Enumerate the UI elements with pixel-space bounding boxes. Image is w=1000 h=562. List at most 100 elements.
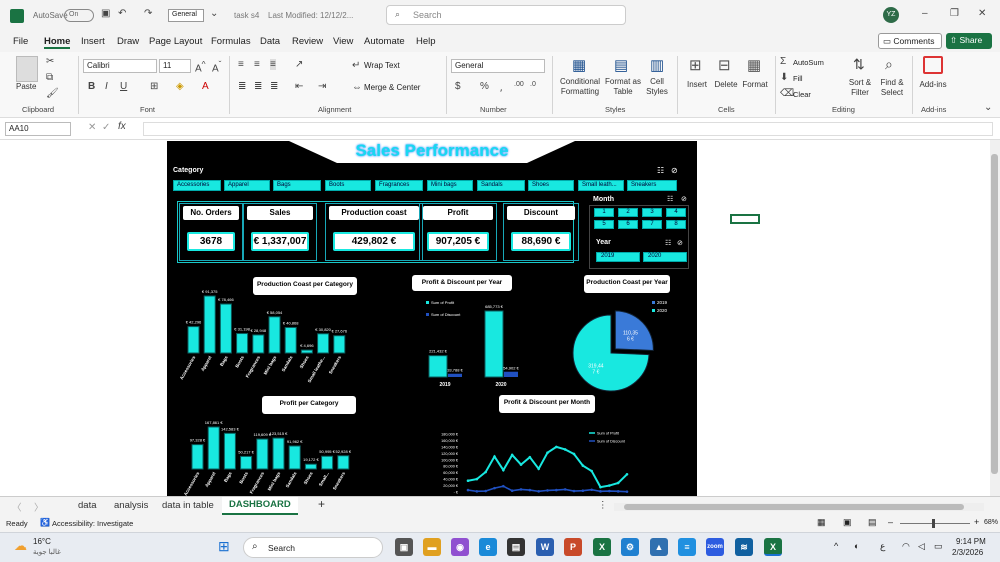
month-button[interactable]: 7 xyxy=(642,220,662,229)
notepad-icon[interactable]: ≡ xyxy=(678,538,696,556)
format-table-label2[interactable]: Table xyxy=(604,87,642,96)
category-button[interactable]: Fragrances xyxy=(375,180,423,191)
month-button[interactable]: 8 xyxy=(666,220,686,229)
cell-styles-label[interactable]: Cell xyxy=(643,77,671,86)
month-button[interactable]: 6 xyxy=(618,220,638,229)
decrease-decimal-icon[interactable]: .0 xyxy=(530,81,536,88)
minimize-icon[interactable]: – xyxy=(922,8,928,19)
delete-cells-button[interactable]: Delete xyxy=(711,80,741,89)
month-button[interactable]: 1 xyxy=(594,208,614,217)
find-select-label2[interactable]: Select xyxy=(876,88,908,97)
battery-icon[interactable]: ▭ xyxy=(934,541,943,552)
start-icon[interactable]: ⊞ xyxy=(218,538,230,555)
font-size-dropdown[interactable]: 11 xyxy=(159,59,191,73)
cell-styles-label2[interactable]: Styles xyxy=(643,87,671,96)
zoom-thumb[interactable] xyxy=(932,519,935,528)
percent-icon[interactable]: % xyxy=(480,81,489,92)
sheet-tab-data[interactable]: data xyxy=(78,500,97,511)
sort-filter-label[interactable]: Sort & xyxy=(845,78,875,87)
addins-button[interactable]: Add-ins xyxy=(917,80,949,89)
month-button[interactable]: 5 xyxy=(594,220,614,229)
menu-view[interactable]: View xyxy=(333,36,353,47)
month-button[interactable]: 4 xyxy=(666,208,686,217)
month-button[interactable]: 3 xyxy=(642,208,662,217)
settings-icon[interactable]: ⚙ xyxy=(621,538,639,556)
redo-icon[interactable]: ↷ xyxy=(144,8,152,19)
find-select-label[interactable]: Find & xyxy=(876,78,908,87)
avatar[interactable]: YZ xyxy=(883,7,899,23)
excel-active-icon[interactable]: X xyxy=(764,538,782,556)
increase-indent-icon[interactable]: ⇥ xyxy=(318,81,326,92)
customize-icon[interactable]: ⌄ xyxy=(210,8,218,19)
scroll-thumb[interactable] xyxy=(991,154,998,474)
close-icon[interactable]: ✕ xyxy=(978,8,986,19)
copy-icon[interactable]: ⧉ xyxy=(46,72,53,83)
insert-cells-button[interactable]: Insert xyxy=(682,80,712,89)
prev-sheet-icon[interactable]: 〈 xyxy=(12,500,22,514)
normal-view-icon[interactable]: ▦ xyxy=(817,517,826,528)
copilot-icon[interactable]: ◉ xyxy=(451,538,469,556)
menu-review[interactable]: Review xyxy=(292,36,323,47)
sheet-tab-data-in-table[interactable]: data in table xyxy=(162,500,214,511)
search-box[interactable]: ⌕ Search xyxy=(386,5,626,25)
name-box[interactable]: AA10 xyxy=(5,122,71,136)
format-cells-button[interactable]: Format xyxy=(740,80,770,89)
align-right-icon[interactable]: ≣ xyxy=(270,81,278,92)
category-button[interactable]: Sneakers xyxy=(627,180,677,191)
currency-icon[interactable]: $ xyxy=(455,81,461,92)
merge-center-button[interactable]: Merge & Center xyxy=(364,83,420,92)
share-button[interactable]: ⇧ Share xyxy=(946,33,992,49)
volume-icon[interactable]: ◁ xyxy=(918,541,925,552)
zoom-app-icon[interactable]: zoom xyxy=(706,538,724,556)
month-button[interactable]: 2 xyxy=(618,208,638,217)
store-icon[interactable]: ▤ xyxy=(507,538,525,556)
excel-taskbar-icon[interactable]: X xyxy=(593,538,611,556)
menu-page-layout[interactable]: Page Layout xyxy=(149,36,202,47)
menu-home[interactable]: Home xyxy=(44,36,71,49)
clear-button[interactable]: Clear xyxy=(793,90,811,99)
orientation-icon[interactable]: ↗ xyxy=(295,59,303,70)
insert-function-icon[interactable]: fx xyxy=(118,121,126,132)
align-middle-icon[interactable]: ≡ xyxy=(254,59,260,70)
category-button[interactable]: Mini bags xyxy=(427,180,473,191)
tab-options-icon[interactable]: ⋮ xyxy=(598,500,608,511)
h-scroll-thumb[interactable] xyxy=(624,504,964,510)
zoom-in-icon[interactable]: + xyxy=(974,517,979,527)
word-icon[interactable]: W xyxy=(536,538,554,556)
restore-icon[interactable]: ❐ xyxy=(950,8,959,19)
wifi-icon[interactable]: ◠ xyxy=(902,541,910,552)
category-button[interactable]: Shoes xyxy=(528,180,574,191)
menu-insert[interactable]: Insert xyxy=(81,36,105,47)
format-painter-icon[interactable]: 🖌 xyxy=(46,88,59,99)
underline-icon[interactable]: U xyxy=(120,81,127,92)
clock-time[interactable]: 9:14 PM xyxy=(956,537,986,546)
autosum-button[interactable]: AutoSum xyxy=(793,58,824,67)
category-button[interactable]: Boots xyxy=(325,180,371,191)
sort-filter-label2[interactable]: Filter xyxy=(845,88,875,97)
next-sheet-icon[interactable]: 〉 xyxy=(34,500,44,514)
taskbar-search[interactable]: ⌕ Search xyxy=(243,537,383,558)
sheet-tab-analysis[interactable]: analysis xyxy=(114,500,148,511)
autosave-toggle[interactable]: On xyxy=(64,9,94,22)
formula-input[interactable] xyxy=(143,122,993,136)
decrease-indent-icon[interactable]: ⇤ xyxy=(295,81,303,92)
cut-icon[interactable]: ✂ xyxy=(46,56,54,67)
number-format-dropdown[interactable]: General xyxy=(451,59,545,73)
paste-button[interactable]: Paste xyxy=(16,82,36,91)
align-bottom-icon[interactable]: ≡ xyxy=(270,59,276,70)
shrink-font-icon[interactable]: Aˇ xyxy=(212,59,221,74)
category-button[interactable]: Accessories xyxy=(173,180,221,191)
clock-date[interactable]: 2/3/2026 xyxy=(952,548,983,557)
menu-formulas[interactable]: Formulas xyxy=(211,36,251,47)
format-table-label[interactable]: Format as xyxy=(604,77,642,86)
tray-chevron-icon[interactable]: ^ xyxy=(834,541,838,551)
conditional-formatting-label2[interactable]: Formatting xyxy=(558,87,602,96)
cancel-icon[interactable]: ✕ xyxy=(88,122,96,133)
undo-icon[interactable]: ↶ xyxy=(118,8,126,19)
accessibility-status[interactable]: Accessibility: Investigate xyxy=(52,519,133,528)
align-top-icon[interactable]: ≡ xyxy=(238,59,244,70)
menu-help[interactable]: Help xyxy=(416,36,436,47)
zoom-slider[interactable] xyxy=(900,523,970,524)
enter-icon[interactable]: ✓ xyxy=(102,122,110,133)
align-left-icon[interactable]: ≣ xyxy=(238,81,246,92)
